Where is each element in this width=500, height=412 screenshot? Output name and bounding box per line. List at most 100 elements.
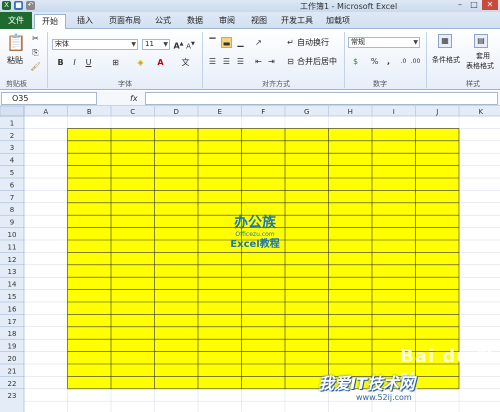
row-header-19[interactable]: 19 xyxy=(8,343,17,351)
column-header-k[interactable]: K xyxy=(478,108,483,116)
column-header-a[interactable]: A xyxy=(43,108,48,116)
row-header-9[interactable]: 9 xyxy=(10,219,14,227)
row-header-5[interactable]: 5 xyxy=(10,169,14,177)
italic-button[interactable]: I xyxy=(69,57,80,68)
row-header-20[interactable]: 20 xyxy=(8,355,17,363)
watermark-logo-url: Officezu.com xyxy=(235,231,275,238)
column-header-f[interactable]: F xyxy=(261,108,265,116)
tab-data[interactable]: 数据 xyxy=(180,14,210,28)
phonetic-icon[interactable]: 文 xyxy=(180,57,191,68)
paste-icon[interactable]: 📋 xyxy=(6,33,26,53)
conditional-format-button[interactable]: 条件格式 xyxy=(432,55,460,66)
tab-addins[interactable]: 加载项 xyxy=(320,14,356,28)
borders-icon[interactable]: ⊞ xyxy=(110,57,121,68)
tab-file[interactable]: 文件 xyxy=(0,12,32,29)
comma-style-icon[interactable]: , xyxy=(383,56,394,67)
align-right-icon[interactable]: ☰ xyxy=(235,56,246,67)
align-middle-icon[interactable]: ▬ xyxy=(221,37,232,48)
column-header-i[interactable]: I xyxy=(393,108,395,116)
cut-icon[interactable]: ✂ xyxy=(30,33,41,44)
percent-button[interactable]: % xyxy=(369,56,380,67)
watermark-logo-sub: Excel教程 xyxy=(230,239,280,250)
column-header-h[interactable]: H xyxy=(348,108,353,116)
font-color-icon[interactable]: A xyxy=(155,57,166,68)
row-header-16[interactable]: 16 xyxy=(8,305,17,313)
column-header-e[interactable]: E xyxy=(218,108,222,116)
font-size-combo[interactable]: 11 ▼ xyxy=(142,39,170,50)
tab-view[interactable]: 视图 xyxy=(244,14,274,28)
row-header-21[interactable]: 21 xyxy=(8,367,17,375)
align-left-icon[interactable]: ☰ xyxy=(207,56,218,67)
title-bar: X ■ ↶ 工作簿1 - Microsoft Excel – □ ✕ xyxy=(0,0,500,12)
row-header-12[interactable]: 12 xyxy=(8,256,17,264)
fx-label[interactable]: fx xyxy=(130,92,138,105)
name-box[interactable]: O35 xyxy=(1,92,97,105)
increase-decimal-icon[interactable]: .0 xyxy=(398,56,409,67)
row-header-14[interactable]: 14 xyxy=(8,281,17,289)
row-header-11[interactable]: 11 xyxy=(8,243,17,251)
row-header-8[interactable]: 8 xyxy=(10,206,14,214)
ribbon: 📋 粘贴 ✂ ⎘ 🖌 剪贴板 宋体 ▼ 11 ▼ A▲ A▼ B I U ⊞ ◈… xyxy=(0,29,500,90)
chevron-down-icon: ▼ xyxy=(413,39,418,46)
clipboard-group-label: 剪贴板 xyxy=(6,80,27,88)
column-header-c[interactable]: C xyxy=(130,108,135,116)
format-as-table-line2[interactable]: 表格格式 xyxy=(466,61,494,72)
row-header-10[interactable]: 10 xyxy=(8,231,17,239)
align-bottom-icon[interactable]: ▁ xyxy=(235,37,246,48)
wrap-text-button[interactable]: 自动换行 xyxy=(297,37,329,48)
orientation-icon[interactable]: ↗ xyxy=(253,37,264,48)
column-header-g[interactable]: G xyxy=(304,108,309,116)
row-header-7[interactable]: 7 xyxy=(10,194,14,202)
underline-button[interactable]: U xyxy=(83,57,94,68)
row-header-23[interactable]: 23 xyxy=(8,392,17,400)
fill-color-icon[interactable]: ◈ xyxy=(135,57,146,68)
ribbon-separator xyxy=(426,32,427,88)
column-header-d[interactable]: D xyxy=(174,108,179,116)
row-header-6[interactable]: 6 xyxy=(10,181,15,189)
tab-developer[interactable]: 开发工具 xyxy=(276,14,318,28)
save-icon[interactable]: ■ xyxy=(14,1,23,10)
select-all-corner[interactable] xyxy=(0,106,25,117)
officezu-watermark: 办公族 Officezu.com Excel教程 xyxy=(220,215,290,251)
tab-formulas[interactable]: 公式 xyxy=(148,14,178,28)
styles-group-label: 样式 xyxy=(466,80,480,88)
tab-home[interactable]: 开始 xyxy=(34,14,66,30)
align-center-icon[interactable]: ☰ xyxy=(221,56,232,67)
row-header-17[interactable]: 17 xyxy=(8,318,17,326)
row-header-1[interactable]: 1 xyxy=(10,119,14,127)
merge-center-button[interactable]: 合并后居中 xyxy=(297,56,337,67)
paste-button[interactable]: 粘贴 xyxy=(7,55,23,66)
close-icon[interactable]: ✕ xyxy=(482,0,498,10)
tab-review[interactable]: 审阅 xyxy=(212,14,242,28)
tab-page-layout[interactable]: 页面布局 xyxy=(104,14,146,28)
row-header-4[interactable]: 4 xyxy=(10,157,15,165)
row-header-18[interactable]: 18 xyxy=(8,330,17,338)
align-top-icon[interactable]: ▔ xyxy=(207,37,218,48)
column-header-b[interactable]: B xyxy=(87,108,92,116)
currency-icon[interactable]: $ xyxy=(350,56,361,67)
copy-icon[interactable]: ⎘ xyxy=(30,47,41,58)
row-header-15[interactable]: 15 xyxy=(8,293,17,301)
alignment-group-label: 对齐方式 xyxy=(262,80,290,88)
column-header-j[interactable]: J xyxy=(435,108,438,116)
row-header-22[interactable]: 22 xyxy=(8,380,17,388)
decrease-indent-icon[interactable]: ⇤ xyxy=(253,56,264,67)
row-header-13[interactable]: 13 xyxy=(8,268,17,276)
undo-icon[interactable]: ↶ xyxy=(26,1,35,10)
format-as-table-icon: ▤ xyxy=(474,34,488,48)
grow-font-icon[interactable]: A▲ xyxy=(173,39,184,51)
row-header-2[interactable]: 2 xyxy=(10,132,14,140)
decrease-decimal-icon[interactable]: .00 xyxy=(410,56,421,67)
tab-insert[interactable]: 插入 xyxy=(70,14,100,28)
formula-input[interactable] xyxy=(145,92,498,105)
row-header-3[interactable]: 3 xyxy=(10,144,14,152)
bold-button[interactable]: B xyxy=(55,57,66,68)
minimize-icon[interactable]: – xyxy=(454,0,466,10)
number-format-combo[interactable]: 常规 ▼ xyxy=(348,37,420,48)
increase-indent-icon[interactable]: ⇥ xyxy=(266,56,277,67)
maximize-icon[interactable]: □ xyxy=(468,0,480,10)
format-painter-icon[interactable]: 🖌 xyxy=(30,61,41,72)
font-name-combo[interactable]: 宋体 ▼ xyxy=(52,39,138,50)
chevron-down-icon: ▼ xyxy=(163,41,168,48)
shrink-font-icon[interactable]: A▼ xyxy=(185,39,196,50)
